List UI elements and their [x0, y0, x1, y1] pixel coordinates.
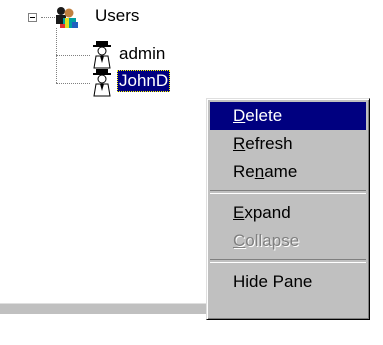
menu-item-expand[interactable]: Expand [210, 199, 366, 227]
menu-item-label: Collapse [233, 231, 299, 250]
users-group-icon [52, 4, 82, 30]
pane-bottom-edge [0, 303, 210, 314]
tree-node-admin[interactable]: admin [119, 43, 165, 65]
menu-item-label: Delete [233, 106, 282, 125]
menu-mnemonic: C [233, 231, 246, 250]
minus-icon [30, 17, 35, 18]
menu-mnemonic: E [233, 203, 245, 222]
menu-item-refresh[interactable]: Refresh [210, 130, 366, 158]
menu-item-hide-pane[interactable]: Hide Pane [210, 268, 366, 296]
menu-label-rest: efresh [245, 134, 293, 153]
menu-item-collapse: Collapse [210, 227, 366, 255]
menu-item-label: Rename [233, 162, 297, 181]
menu-mnemonic: n [254, 162, 265, 181]
menu-item-label: Refresh [233, 134, 293, 153]
menu-separator [210, 190, 366, 194]
users-tree-window: Users admin JohnD Delete Refresh Rename … [0, 0, 383, 345]
menu-label-rest: ame [264, 162, 298, 181]
menu-item-label: Expand [233, 203, 291, 222]
tree-node-johnd[interactable]: JohnD [117, 70, 171, 92]
menu-mnemonic: R [233, 134, 246, 153]
menu-label-rest: xpand [244, 203, 291, 222]
menu-separator [210, 259, 366, 263]
menu-mnemonic: D [233, 106, 246, 125]
menu-item-label: Hide Pane [233, 272, 313, 291]
user-icon [91, 41, 113, 69]
user-icon [91, 69, 113, 97]
menu-label-part: Re [233, 162, 255, 181]
menu-item-rename[interactable]: Rename [210, 158, 366, 186]
menu-label-rest: elete [245, 106, 283, 125]
tree-connector [56, 55, 90, 56]
tree-node-users[interactable]: Users [95, 5, 139, 27]
context-menu: Delete Refresh Rename Expand Collapse Hi… [206, 98, 370, 320]
tree-connector [56, 83, 90, 84]
menu-item-delete[interactable]: Delete [210, 102, 366, 130]
collapse-toggle[interactable] [28, 13, 37, 22]
menu-label-rest: ollapse [245, 231, 300, 250]
